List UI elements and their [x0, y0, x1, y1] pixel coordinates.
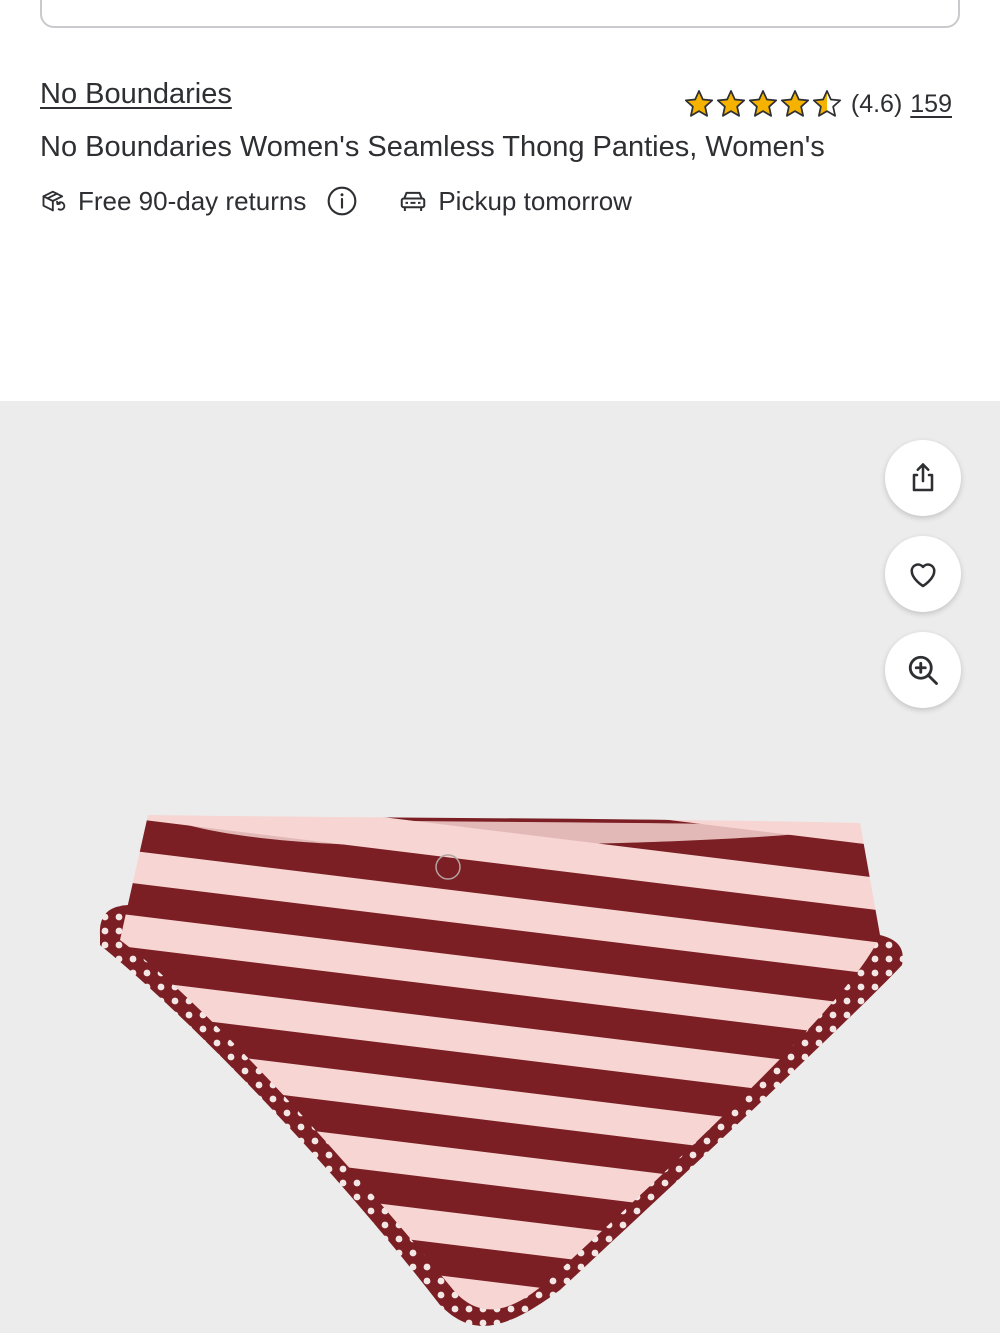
favorite-button[interactable]	[885, 536, 961, 612]
zoom-button[interactable]	[885, 632, 961, 708]
search-input[interactable]	[40, 0, 960, 28]
rating-value: (4.6)	[850, 89, 903, 118]
product-title: No Boundaries Women's Seamless Thong Pan…	[40, 131, 825, 163]
star-full-icon	[716, 90, 745, 117]
star-full-icon	[780, 90, 809, 117]
brand-link[interactable]: No Boundaries	[40, 78, 232, 111]
returns-label: Free 90-day returns	[78, 185, 307, 216]
returns-badge: Free 90-day returns	[40, 185, 358, 217]
fulfillment-badges: Free 90-day returns Pickup tomorrow	[40, 183, 632, 219]
info-icon[interactable]	[326, 185, 358, 217]
star-rating	[683, 88, 843, 120]
star-full-icon	[748, 90, 777, 117]
return-box-icon	[42, 190, 66, 212]
review-count-link[interactable]: 159	[910, 90, 952, 119]
share-icon	[912, 463, 934, 492]
pickup-badge: Pickup tomorrow	[398, 186, 632, 217]
rating-summary[interactable]: (4.6) 159	[683, 88, 952, 120]
share-button[interactable]	[885, 440, 961, 516]
product-image	[99, 815, 903, 1326]
pickup-label: Pickup tomorrow	[438, 185, 632, 216]
car-icon	[401, 191, 426, 211]
zoom-in-icon	[908, 655, 938, 685]
star-full-icon	[684, 90, 713, 117]
heart-icon	[910, 563, 936, 588]
star-half-icon	[812, 90, 841, 117]
